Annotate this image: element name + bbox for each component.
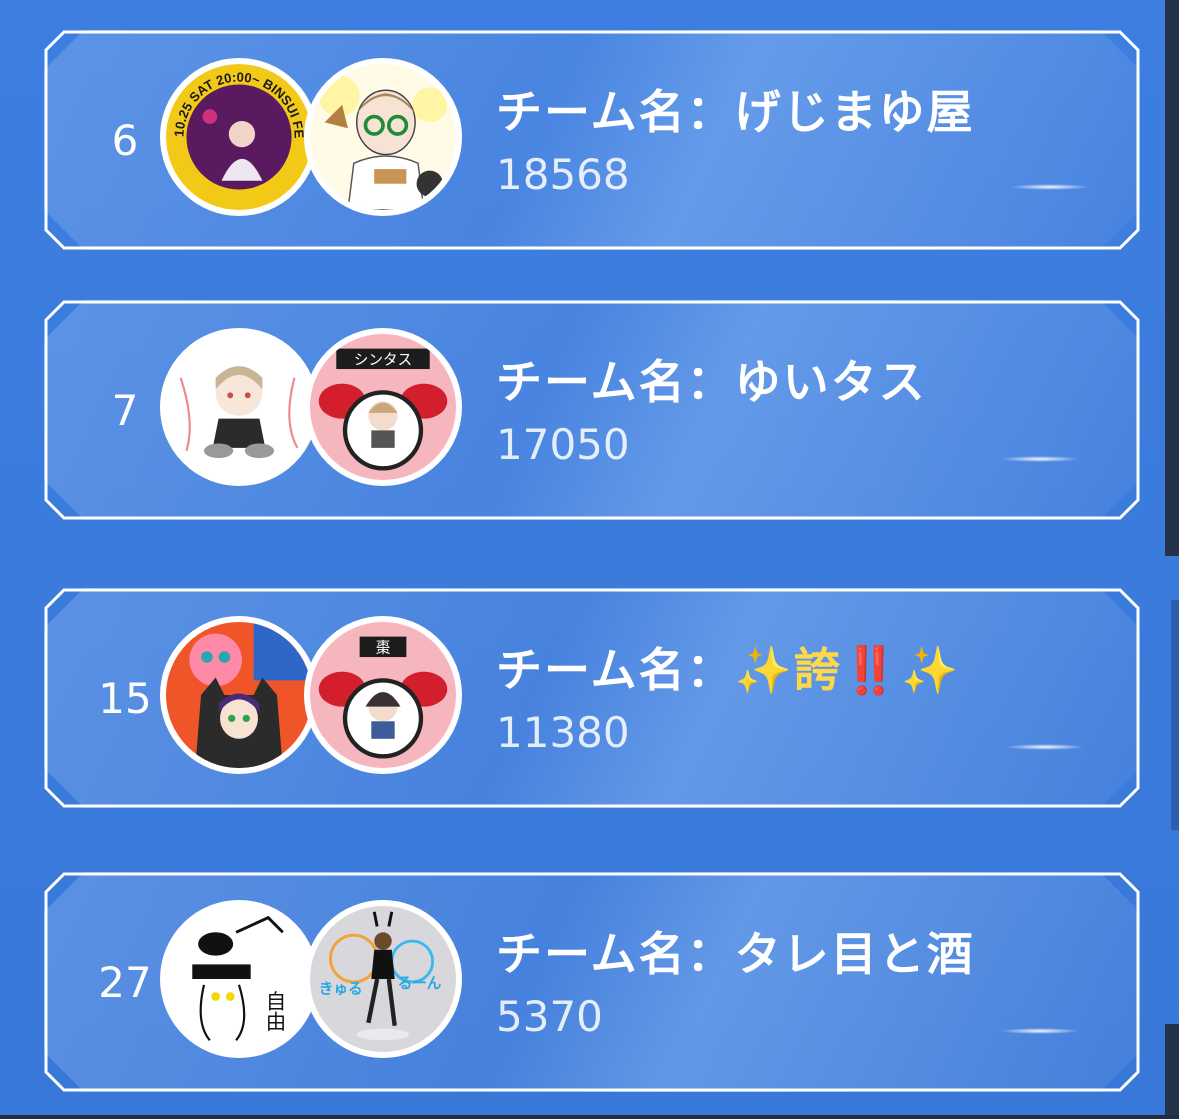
team-name: チーム名：タレ目と酒 [496,927,975,981]
team-name: チーム名：✨誇‼️✨ [496,634,960,700]
scrollbar-bottom[interactable] [1165,1024,1179,1119]
drum-banner-text: シンタス [354,352,412,369]
team-score: 17050 [496,420,630,469]
card-glint [1005,744,1085,750]
bunny-figure-avatar[interactable]: きゅる るーん [304,900,462,1058]
scrollbar-top[interactable] [1165,0,1179,556]
scrollbar-middle[interactable] [1171,600,1179,830]
doodle-text: 自由 [262,991,286,1032]
team-name: チーム名：げじまゆ屋 [496,85,975,139]
drum-kit-avatar[interactable]: シンタス [304,328,462,486]
figure-text-right: るーん [398,975,442,992]
team-name-emoji: ✨誇‼️✨ [734,643,961,697]
card-glint [1000,1028,1080,1034]
glasses-boy-avatar[interactable] [304,58,462,216]
concert-flyer-avatar[interactable]: 10.25 SAT 20:00~ BINSUI FES VOL [160,58,318,216]
drummer-sketch-avatar[interactable] [160,328,318,486]
bottom-edge [0,1115,1179,1119]
card-glint [1000,456,1080,462]
card-glint [1010,184,1090,190]
team-score: 11380 [496,708,630,757]
drum-kit-avatar[interactable]: 棗 [304,616,462,774]
team-score: 18568 [496,150,630,199]
team-score: 5370 [496,992,603,1041]
team-name-text: チーム名： [496,643,735,697]
cat-hoodie-girl-avatar[interactable] [160,616,318,774]
figure-text-left: きゅる [319,981,363,998]
doodle-avatar[interactable]: 自由 [160,900,318,1058]
drum-banner-text: 棗 [376,640,391,657]
team-name: チーム名：ゆいタス [496,355,927,409]
